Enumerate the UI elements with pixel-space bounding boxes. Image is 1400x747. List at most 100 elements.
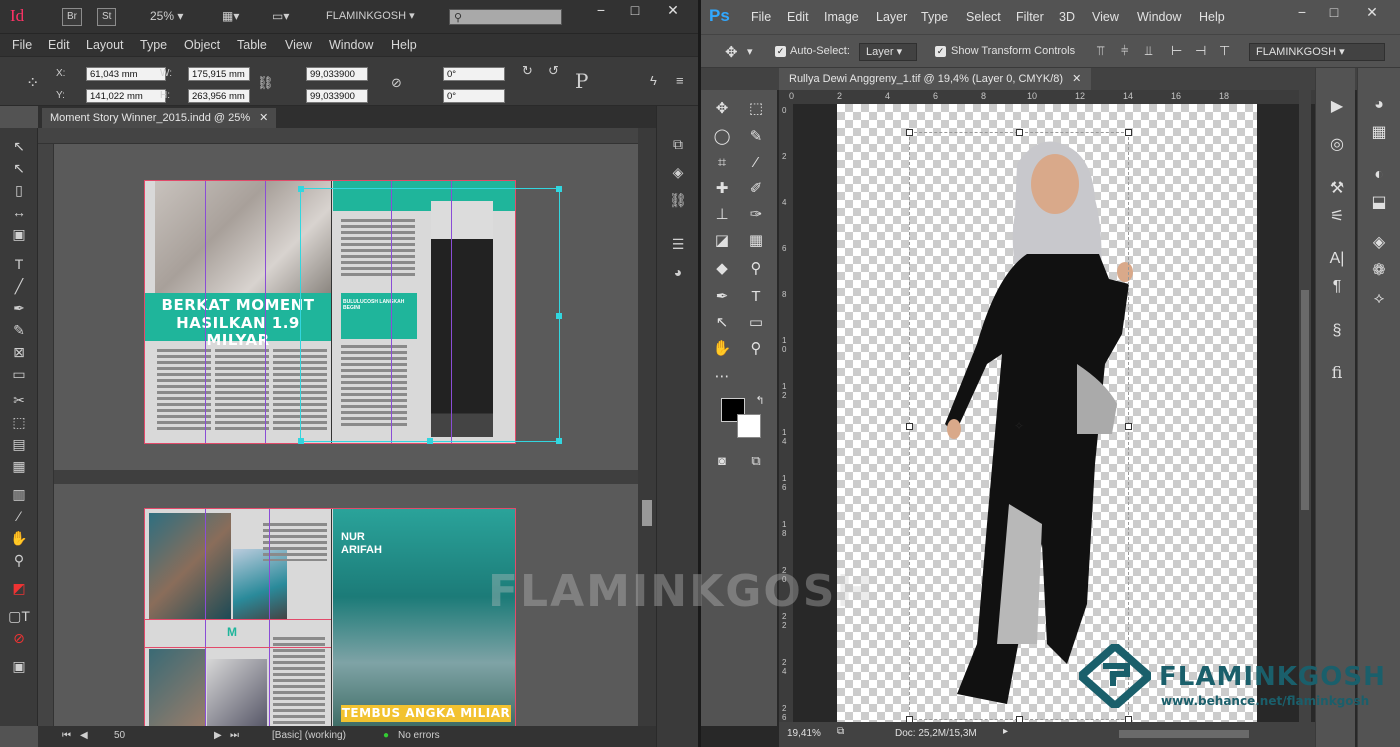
scrollbar-thumb[interactable] — [642, 500, 652, 526]
menu-image[interactable]: Image — [824, 10, 859, 24]
align-top-icon[interactable]: ⫪ — [1097, 43, 1104, 59]
screen-mode-tool-icon[interactable]: ▣ — [8, 656, 30, 676]
menu-3d[interactable]: 3D — [1059, 10, 1075, 24]
menu-window[interactable]: Window — [1137, 10, 1181, 24]
close-tab-icon[interactable]: ✕ — [1072, 73, 1081, 85]
y-field[interactable]: 141,022 mm — [86, 89, 166, 103]
document-tab[interactable]: Rullya Dewi Anggreny_1.tif @ 19,4% (Laye… — [779, 68, 1092, 90]
ligatures-panel-icon[interactable]: fi — [1326, 362, 1348, 384]
menu-select[interactable]: Select — [966, 10, 1001, 24]
workspace-switcher[interactable]: FLAMINKGOSH ▾ — [1249, 43, 1385, 61]
gradient-tool-icon[interactable]: ▦ — [745, 230, 767, 252]
pages-panel-icon[interactable]: ⧉ — [668, 134, 688, 154]
reference-point-icon[interactable]: ⁘ — [26, 73, 39, 93]
menu-file[interactable]: File — [12, 38, 32, 52]
gradient-swatch-tool-icon[interactable]: ▤ — [8, 434, 30, 454]
x-field[interactable]: 61,043 mm — [86, 67, 166, 81]
tool-presets-icon[interactable]: ⚟ — [1326, 206, 1348, 228]
adjustments-panel-icon[interactable]: ◐ — [1368, 164, 1390, 186]
scale-y-field[interactable]: 99,033900 — [306, 89, 368, 103]
transparent-canvas[interactable]: ✧ — [837, 104, 1257, 723]
info-panel-icon[interactable]: ◎ — [1326, 134, 1348, 156]
search-input[interactable]: ⚲ — [449, 9, 562, 25]
close-button[interactable]: ✕ — [656, 0, 690, 22]
menu-edit[interactable]: Edit — [787, 10, 809, 24]
zoom-level-dropdown[interactable]: 25% ▾ — [150, 9, 183, 23]
zoom-tool-icon[interactable]: ⚲ — [8, 550, 30, 570]
status-arrow-icon[interactable]: ▸ — [1003, 726, 1008, 737]
pen-tool-icon[interactable]: ✒ — [711, 286, 733, 308]
portrait-photo[interactable] — [207, 659, 267, 727]
swatches-panel-icon[interactable]: ◕ — [668, 262, 688, 282]
move-tool-icon[interactable]: ✥ — [711, 98, 733, 120]
pilcrow-icon[interactable]: P — [575, 69, 588, 93]
menu-layer[interactable]: Layer — [876, 10, 907, 24]
menu-type[interactable]: Type — [921, 10, 948, 24]
stock-button[interactable]: St — [97, 8, 117, 26]
selection-handle[interactable] — [556, 438, 562, 444]
pen-tool-icon[interactable]: ✒ — [8, 298, 30, 318]
transform-bounding-box[interactable]: ✧ — [906, 129, 1132, 723]
brush-panel-icon[interactable]: ⚒ — [1326, 178, 1348, 200]
paths-panel-icon[interactable]: ⟡ — [1368, 288, 1390, 310]
channels-panel-icon[interactable]: ❁ — [1368, 260, 1390, 282]
swap-colors-icon[interactable]: ↰ — [749, 390, 771, 412]
menu-help[interactable]: Help — [1199, 10, 1225, 24]
pasteboard[interactable]: BERKAT MOMENT HASILKAN 1.9 MILYAR BULULU… — [54, 144, 638, 728]
lasso-tool-icon[interactable]: ◯ — [711, 126, 733, 148]
gap-tool-icon[interactable]: ↔ — [8, 202, 30, 222]
last-page-icon[interactable]: ⏭ — [230, 730, 239, 741]
align-right-icon[interactable]: ⊤ — [1219, 43, 1230, 59]
auto-select-target-select[interactable]: Layer ▾ — [859, 43, 917, 61]
content-collector-icon[interactable]: ▣ — [8, 224, 30, 244]
stroke-panel-icon[interactable]: ☰ — [668, 234, 688, 254]
direct-selection-tool-icon[interactable]: ↖ — [8, 158, 30, 178]
screen-mode-icon[interactable]: ⧉ — [745, 450, 767, 472]
minimize-button[interactable]: − — [584, 0, 618, 22]
menu-window[interactable]: Window — [329, 38, 373, 52]
rectangle-tool-icon[interactable]: ▭ — [8, 364, 30, 384]
rotate-field[interactable]: 0° — [443, 67, 505, 81]
pencil-tool-icon[interactable]: ✎ — [8, 320, 30, 340]
edit-toolbar-icon[interactable]: ⋯ — [711, 366, 733, 388]
selection-handle[interactable] — [556, 313, 562, 319]
quick-selection-tool-icon[interactable]: ✎ — [745, 126, 767, 148]
quick-mask-icon[interactable]: ◙ — [711, 450, 733, 472]
eyedropper-tool-icon[interactable]: ⁄ — [745, 152, 767, 174]
link-scale-icon[interactable]: ⊘ — [391, 75, 402, 91]
menu-file[interactable]: File — [751, 10, 771, 24]
actions-panel-icon[interactable]: ▶ — [1326, 96, 1348, 118]
eyedropper-tool-icon[interactable]: ⁄ — [8, 506, 30, 526]
line-tool-icon[interactable]: ╱ — [8, 276, 30, 296]
rotate-cw-icon[interactable]: ↻ — [522, 63, 533, 79]
character-panel-icon[interactable]: A| — [1326, 248, 1348, 270]
page-tool-icon[interactable]: ▯ — [8, 180, 30, 200]
align-hcenter-icon[interactable]: ⊣ — [1195, 43, 1206, 59]
gradient-feather-tool-icon[interactable]: ▦ — [8, 456, 30, 476]
preflight-status[interactable]: No errors — [398, 730, 440, 741]
next-page-icon[interactable]: ▶ — [214, 730, 222, 741]
panel-menu-icon[interactable]: ≡ — [676, 73, 684, 88]
selection-tool-icon[interactable]: ↖ — [8, 136, 30, 156]
selection-handle[interactable] — [427, 438, 433, 444]
layers-panel-icon[interactable]: ◈ — [668, 162, 688, 182]
selection-bounding-box[interactable] — [298, 186, 562, 444]
glyphs-panel-icon[interactable]: § — [1326, 320, 1348, 342]
horizontal-scrollbar-thumb[interactable] — [1119, 730, 1249, 738]
screen-mode-icon[interactable]: ▭▾ — [272, 9, 289, 23]
align-left-icon[interactable]: ⊢ — [1171, 43, 1182, 59]
links-panel-icon[interactable]: ⛓ — [668, 190, 688, 210]
transform-handle[interactable] — [1125, 129, 1132, 136]
selection-handle[interactable] — [298, 186, 304, 192]
quick-apply-icon[interactable]: ϟ — [650, 73, 657, 88]
menu-table[interactable]: Table — [237, 38, 267, 52]
scrollbar-thumb[interactable] — [1301, 290, 1309, 510]
bridge-button[interactable]: Br — [62, 8, 82, 26]
view-options-icon[interactable]: ▦▾ — [222, 9, 239, 23]
zoom-tool-icon[interactable]: ⚲ — [745, 338, 767, 360]
path-selection-tool-icon[interactable]: ↖ — [711, 312, 733, 334]
shear-field[interactable]: 0° — [443, 89, 505, 103]
dodge-tool-icon[interactable]: ⚲ — [745, 258, 767, 280]
align-vcenter-icon[interactable]: ⫩ — [1121, 43, 1128, 59]
free-transform-tool-icon[interactable]: ⬚ — [8, 412, 30, 432]
